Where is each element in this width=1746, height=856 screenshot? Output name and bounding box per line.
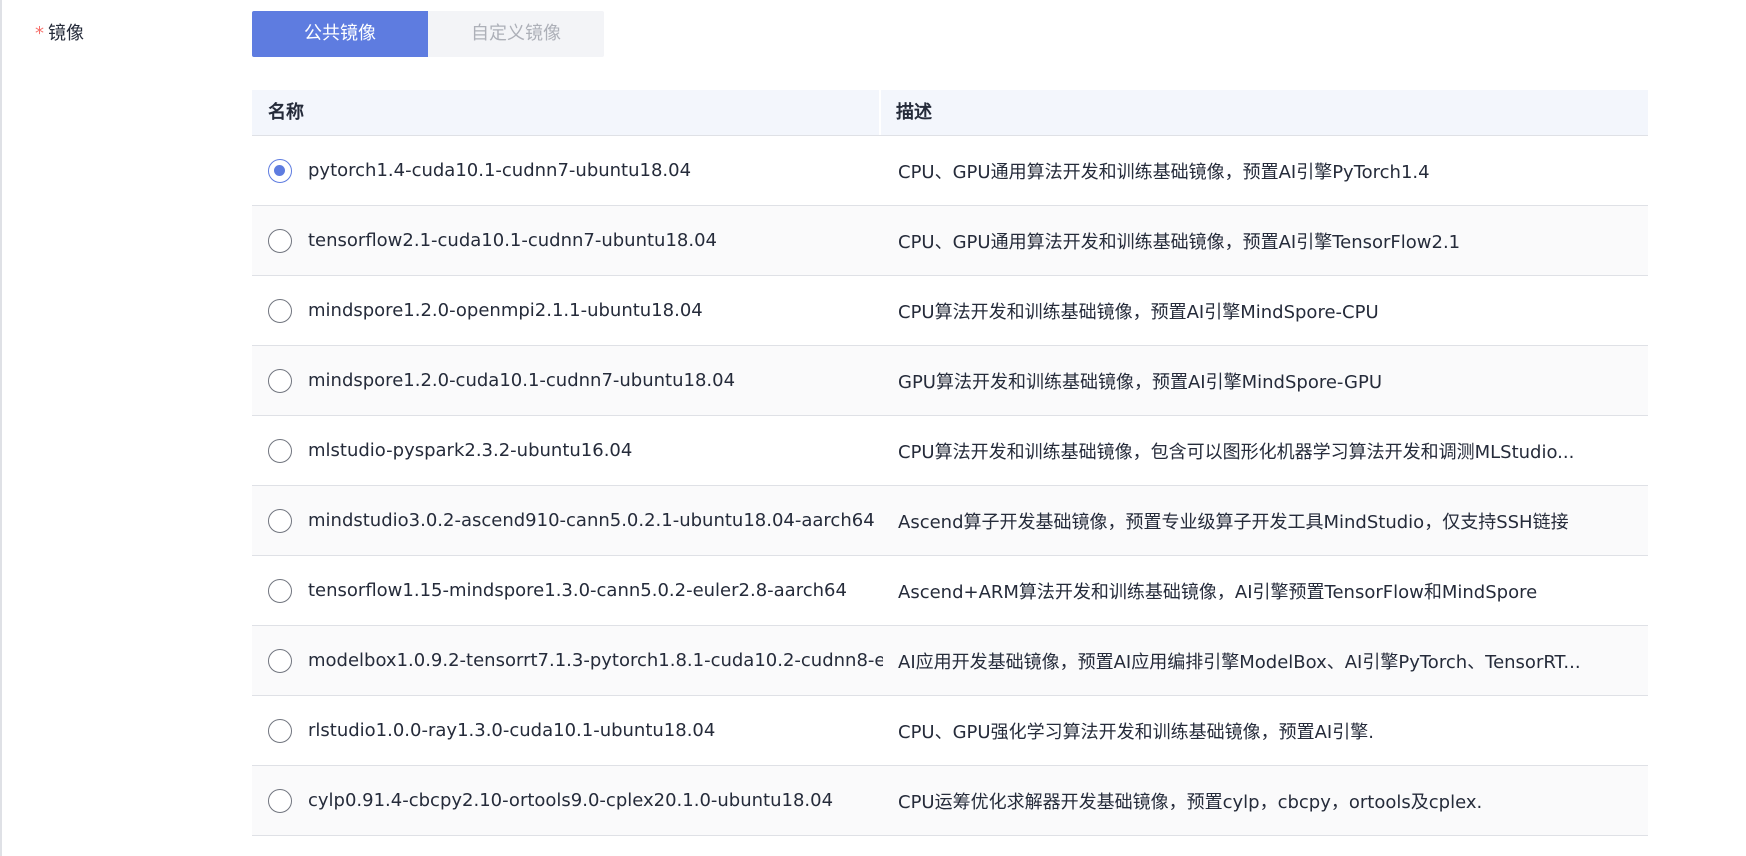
table-row[interactable]: modelbox1.0.9.2-tensorrt7.1.3-pytorch1.8…: [252, 626, 1648, 696]
cell-image-name: pytorch1.4-cuda10.1-cudnn7-ubuntu18.04: [252, 158, 883, 183]
cell-image-name: cylp0.91.4-cbcpy2.10-ortools9.0-cplex20.…: [252, 788, 883, 813]
row-radio-button[interactable]: [268, 368, 292, 393]
cell-image-name: mindstudio3.0.2-ascend910-cann5.0.2.1-ub…: [252, 508, 883, 533]
cell-image-name: modelbox1.0.9.2-tensorrt7.1.3-pytorch1.8…: [252, 648, 883, 673]
row-radio-button[interactable]: [268, 298, 292, 323]
row-radio-button[interactable]: [268, 578, 292, 603]
column-header-description: 描述: [896, 102, 932, 123]
table-row[interactable]: tensorflow1.15-mindspore1.3.0-cann5.0.2-…: [252, 556, 1648, 626]
tab-public-image[interactable]: 公共镜像: [252, 11, 428, 57]
cell-image-name: mlstudio-pyspark2.3.2-ubuntu16.04: [252, 438, 883, 463]
cell-image-description: CPU、GPU强化学习算法开发和训练基础镜像，预置AI引擎.: [898, 721, 1374, 743]
image-name-text: mindspore1.2.0-cuda10.1-cudnn7-ubuntu18.…: [308, 370, 736, 391]
cell-image-description: CPU算法开发和训练基础镜像，包含可以图形化机器学习算法开发和调测MLStudi…: [898, 441, 1575, 463]
cell-image-name: mindspore1.2.0-cuda10.1-cudnn7-ubuntu18.…: [252, 368, 883, 393]
image-field-label: * 镜像: [35, 22, 84, 46]
row-radio-button[interactable]: [268, 228, 292, 253]
table-row[interactable]: pytorch1.4-cuda10.1-cudnn7-ubuntu18.04 CP…: [252, 136, 1648, 206]
cell-image-description: AI应用开发基础镜像，预置AI应用编排引擎ModelBox、AI引擎PyTorc…: [898, 651, 1581, 673]
image-name-text: mindstudio3.0.2-ascend910-cann5.0.2.1-ub…: [308, 510, 875, 531]
image-label-text: 镜像: [48, 23, 84, 44]
table-row[interactable]: tensorflow2.1-cuda10.1-cudnn7-ubuntu18.0…: [252, 206, 1648, 276]
table-row[interactable]: mindstudio3.0.2-ascend910-cann5.0.2.1-ub…: [252, 486, 1648, 556]
cell-image-name: tensorflow1.15-mindspore1.3.0-cann5.0.2-…: [252, 578, 883, 603]
row-radio-button[interactable]: [268, 508, 292, 533]
image-name-text: rlstudio1.0.0-ray1.3.0-cuda10.1-ubuntu18…: [308, 720, 716, 741]
cell-image-description: Ascend算子开发基础镜像，预置专业级算子开发工具MindStudio，仅支持…: [898, 511, 1569, 533]
row-radio-button[interactable]: [268, 438, 292, 463]
tab-custom-image[interactable]: 自定义镜像: [428, 11, 604, 57]
cell-image-description: GPU算法开发和训练基础镜像，预置AI引擎MindSpore-GPU: [898, 371, 1383, 393]
row-radio-button[interactable]: [268, 788, 292, 813]
image-type-tabs: 公共镜像 自定义镜像: [252, 11, 604, 57]
cell-image-name: mindspore1.2.0-openmpi2.1.1-ubuntu18.04: [252, 298, 883, 323]
cell-image-description: CPU运筹优化求解器开发基础镜像，预置cylp，cbcpy，ortools及cp…: [898, 791, 1483, 813]
image-name-text: cylp0.91.4-cbcpy2.10-ortools9.0-cplex20.…: [308, 790, 834, 811]
image-name-text: mlstudio-pyspark2.3.2-ubuntu16.04: [308, 440, 633, 461]
image-name-text: tensorflow1.15-mindspore1.3.0-cann5.0.2-…: [308, 580, 847, 601]
image-name-text: pytorch1.4-cuda10.1-cudnn7-ubuntu18.04: [308, 160, 692, 181]
image-name-text: mindspore1.2.0-openmpi2.1.1-ubuntu18.04: [308, 300, 703, 321]
table-row[interactable]: mindspore1.2.0-cuda10.1-cudnn7-ubuntu18.…: [252, 346, 1648, 416]
table-row[interactable]: cylp0.91.4-cbcpy2.10-ortools9.0-cplex20.…: [252, 766, 1648, 836]
table-body: pytorch1.4-cuda10.1-cudnn7-ubuntu18.04 CP…: [252, 136, 1648, 836]
cell-image-name: tensorflow2.1-cuda10.1-cudnn7-ubuntu18.0…: [252, 228, 883, 253]
image-name-text: modelbox1.0.9.2-tensorrt7.1.3-pytorch1.8…: [308, 650, 883, 671]
cell-image-description: CPU算法开发和训练基础镜像，预置AI引擎MindSpore-CPU: [898, 301, 1379, 323]
column-header-name: 名称: [252, 90, 881, 135]
cell-image-description: CPU、GPU通用算法开发和训练基础镜像，预置AI引擎TensorFlow2.1: [898, 231, 1461, 253]
table-row[interactable]: rlstudio1.0.0-ray1.3.0-cuda10.1-ubuntu18…: [252, 696, 1648, 766]
row-radio-button[interactable]: [268, 648, 292, 673]
table-row[interactable]: mindspore1.2.0-openmpi2.1.1-ubuntu18.04 C…: [252, 276, 1648, 346]
cell-image-description: Ascend+ARM算法开发和训练基础镜像，AI引擎预置TensorFlow和M…: [898, 581, 1538, 603]
image-table: 名称 描述 pytorch1.4-cuda10.1-cudnn7-ubuntu1…: [252, 90, 1648, 836]
cell-image-name: rlstudio1.0.0-ray1.3.0-cuda10.1-ubuntu18…: [252, 718, 883, 743]
cell-image-description: CPU、GPU通用算法开发和训练基础镜像，预置AI引擎PyTorch1.4: [898, 161, 1430, 183]
row-radio-button[interactable]: [268, 718, 292, 743]
image-name-text: tensorflow2.1-cuda10.1-cudnn7-ubuntu18.0…: [308, 230, 717, 251]
required-mark: *: [35, 23, 44, 44]
table-header: 名称 描述: [252, 90, 1648, 136]
row-radio-button[interactable]: [268, 158, 292, 183]
panel-left-border: [0, 0, 2, 856]
table-row[interactable]: mlstudio-pyspark2.3.2-ubuntu16.04 CPU算法开发…: [252, 416, 1648, 486]
